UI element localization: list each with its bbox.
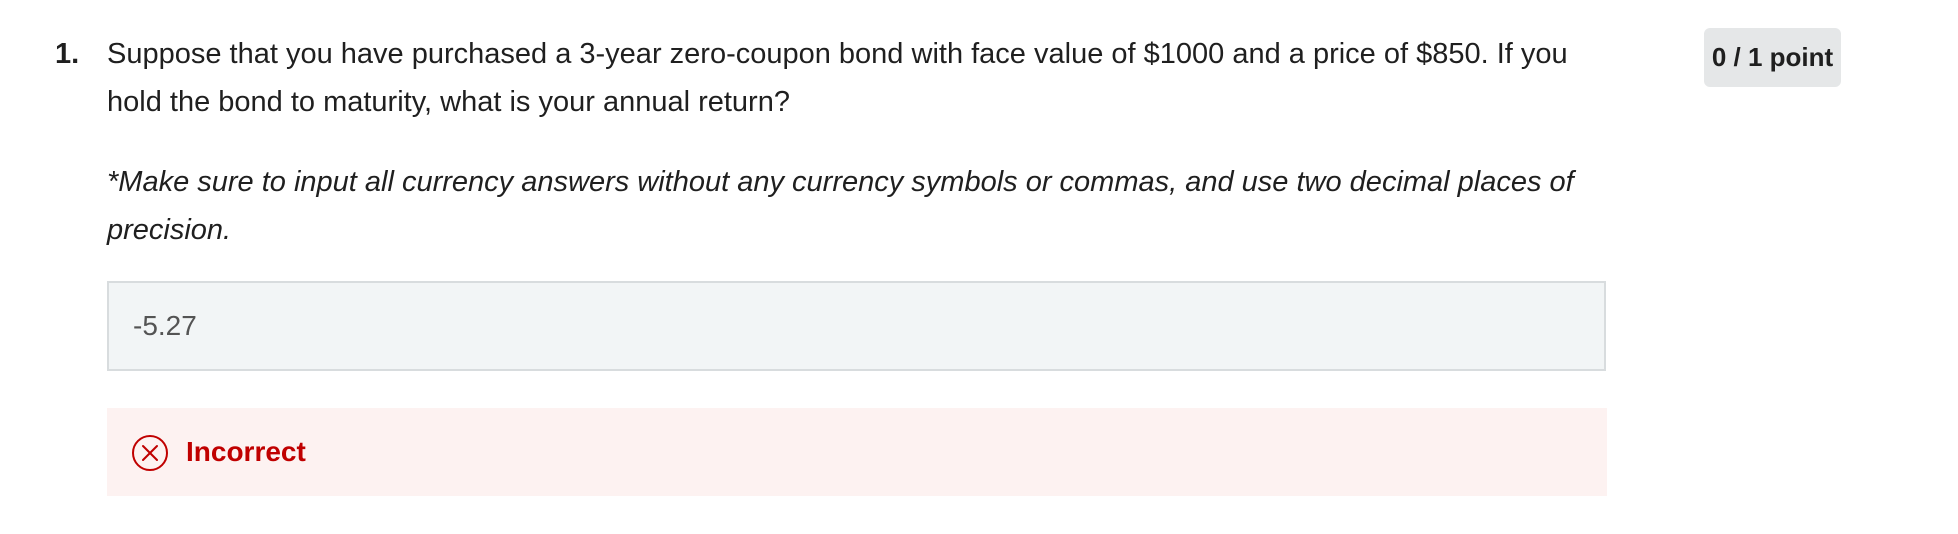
feedback-banner: Incorrect	[107, 408, 1607, 496]
question-note: *Make sure to input all currency answers…	[107, 166, 1574, 246]
question-text: Suppose that you have purchased a 3-year…	[107, 38, 1568, 118]
score-badge: 0 / 1 point	[1704, 28, 1841, 87]
x-circle-icon	[132, 435, 168, 471]
feedback-status: Incorrect	[186, 436, 306, 467]
answer-field[interactable]	[107, 281, 1606, 371]
question-number: 1.	[55, 38, 80, 70]
quiz-question: 1. Suppose that you have purchased a 3-y…	[0, 0, 1958, 534]
answer-input[interactable]	[133, 308, 1533, 344]
question-body: Suppose that you have purchased a 3-year…	[107, 30, 1607, 254]
